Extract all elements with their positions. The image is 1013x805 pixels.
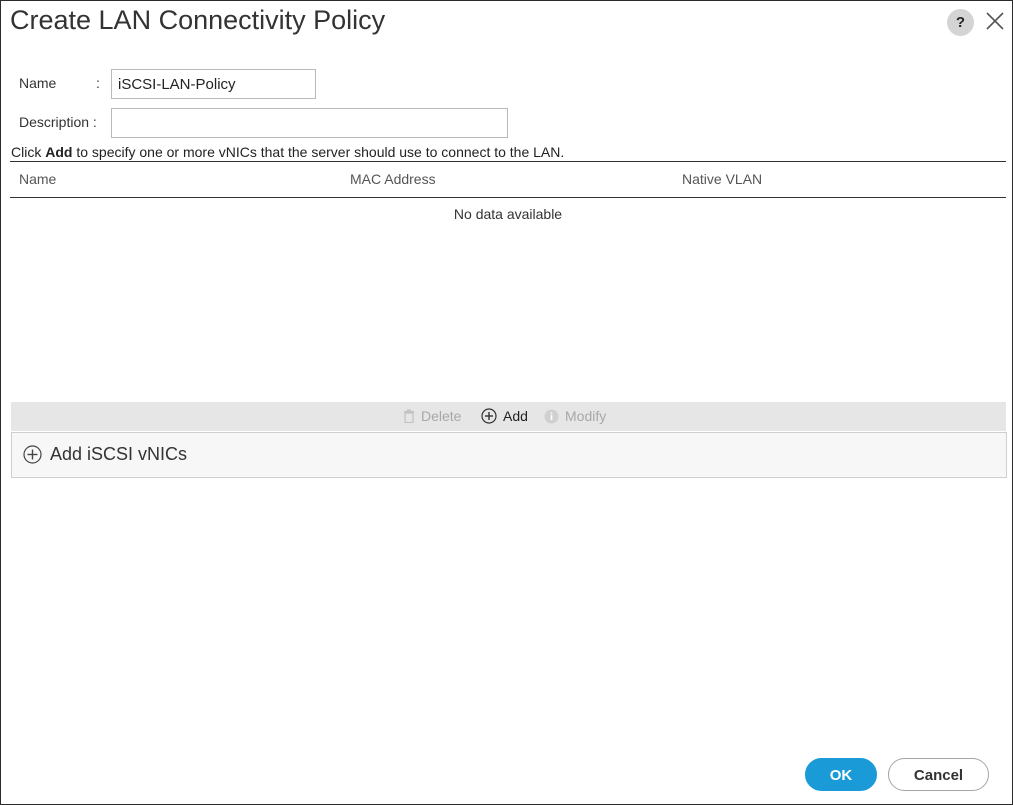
delete-label: Delete: [421, 408, 462, 424]
add-iscsi-vnics-toggle[interactable]: Add iSCSI vNICs: [23, 444, 187, 465]
table-top-divider: [10, 161, 1006, 162]
info-icon: [544, 409, 559, 423]
add-button[interactable]: Add: [481, 408, 528, 424]
description-input[interactable]: [111, 108, 508, 138]
create-lan-connectivity-policy-dialog: Create LAN Connectivity Policy ? Name : …: [0, 0, 1013, 805]
plus-circle-icon: [481, 408, 497, 424]
modify-label: Modify: [565, 408, 607, 424]
name-colon: :: [96, 75, 100, 91]
instructions-text: Click Add to specify one or more vNICs t…: [11, 144, 564, 160]
cancel-button[interactable]: Cancel: [888, 758, 989, 791]
column-header-native-vlan[interactable]: Native VLAN: [682, 171, 762, 187]
help-icon[interactable]: ?: [947, 9, 974, 36]
column-header-name[interactable]: Name: [19, 171, 56, 187]
column-header-mac-address[interactable]: MAC Address: [350, 171, 436, 187]
instructions-keyword: Add: [45, 144, 73, 160]
vnic-toolbar: Delete Add Modify: [11, 402, 1006, 431]
add-iscsi-vnics-label: Add iSCSI vNICs: [50, 444, 188, 464]
table-header-divider: [10, 197, 1006, 198]
trash-icon: [404, 409, 414, 423]
modify-button[interactable]: Modify: [544, 408, 606, 424]
instructions-prefix: Click: [11, 144, 42, 160]
name-label: Name: [19, 75, 57, 91]
table-empty-message: No data available: [453, 206, 563, 222]
plus-circle-icon: [23, 445, 42, 464]
delete-button[interactable]: Delete: [403, 408, 461, 424]
instructions-suffix: to specify one or more vNICs that the se…: [76, 144, 565, 160]
add-label: Add: [503, 408, 528, 424]
dialog-title: Create LAN Connectivity Policy: [10, 5, 386, 35]
name-input[interactable]: [111, 69, 316, 99]
description-label: Description :: [19, 114, 97, 130]
iscsi-vnics-panel: Add iSCSI vNICs: [11, 432, 1007, 478]
close-icon[interactable]: [984, 10, 1006, 32]
ok-button[interactable]: OK: [805, 758, 877, 791]
